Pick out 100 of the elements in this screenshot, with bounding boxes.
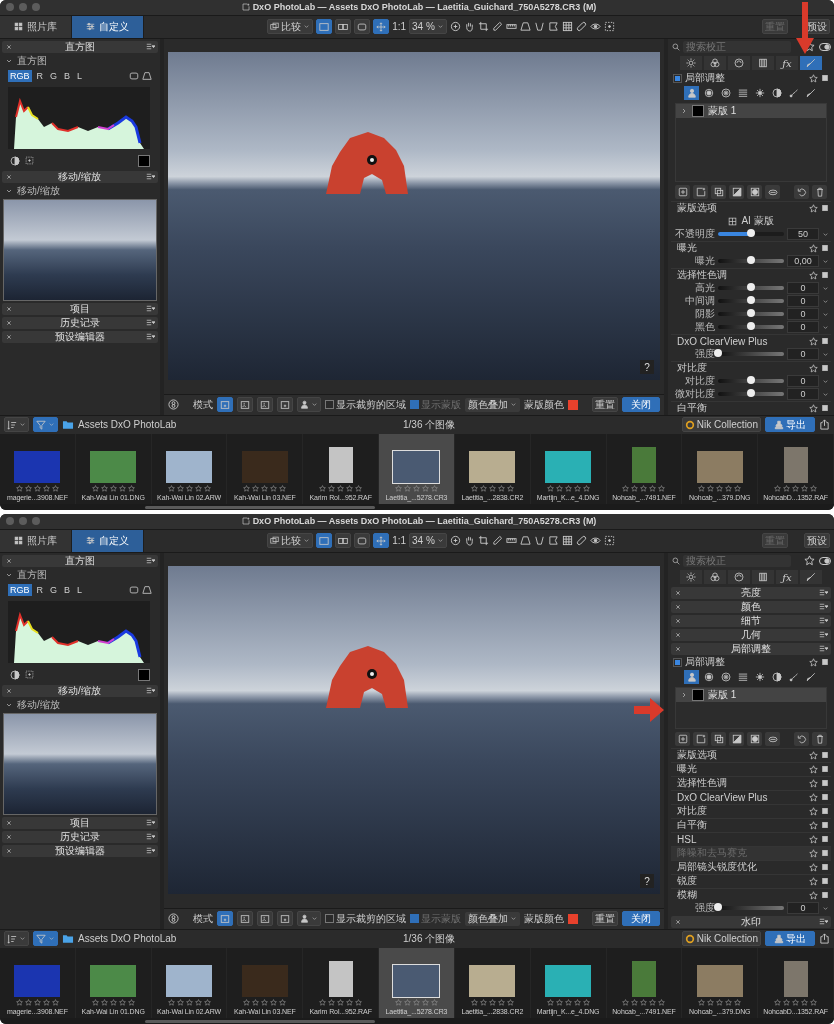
star-icon[interactable]	[479, 485, 487, 493]
section-title[interactable]: 蒙版选项	[677, 748, 806, 763]
eye-icon[interactable]	[589, 21, 601, 33]
star-rating[interactable]	[546, 485, 590, 493]
star-icon[interactable]	[698, 485, 706, 493]
one-to-one-button[interactable]: 1:1	[392, 535, 407, 547]
feather-button[interactable]	[747, 731, 762, 746]
frame-button[interactable]	[354, 533, 371, 549]
favorite-star-icon[interactable]	[809, 834, 818, 844]
radial-filter-tool[interactable]	[718, 670, 733, 685]
channel-button[interactable]: RGB	[8, 69, 32, 82]
toolbar-button[interactable]: 预设	[804, 533, 830, 549]
mask-color-swatch[interactable]	[568, 399, 578, 410]
section-title[interactable]: 白平衡	[677, 401, 806, 416]
menu-icon[interactable]	[146, 318, 155, 328]
gridsq-icon[interactable]	[561, 535, 573, 547]
slider-thumb[interactable]	[714, 349, 722, 358]
star-icon[interactable]	[698, 999, 706, 1007]
section-title[interactable]: DxO ClearView Plus	[677, 791, 806, 803]
value-field[interactable]: 0	[787, 375, 819, 388]
menu-icon[interactable]	[146, 832, 155, 842]
favorite-star-icon[interactable]	[809, 270, 818, 280]
star-icon[interactable]	[422, 485, 429, 493]
clipping-icon[interactable]	[25, 156, 34, 166]
star-icon[interactable]	[804, 41, 815, 53]
star-icon[interactable]	[346, 485, 354, 493]
star-icon[interactable]	[252, 999, 260, 1007]
sphere-tool[interactable]	[769, 670, 784, 685]
compare-button[interactable]: 比较	[267, 533, 314, 549]
star-icon[interactable]	[649, 485, 657, 493]
section-title[interactable]: DxO ClearView Plus	[677, 335, 806, 347]
frame-button[interactable]	[354, 19, 371, 35]
palette-header[interactable]: 直方图	[2, 554, 158, 567]
menu-icon[interactable]	[819, 917, 828, 927]
checkbox[interactable]	[325, 914, 334, 924]
view-mode-button[interactable]	[316, 19, 333, 35]
slider-thumb[interactable]	[747, 376, 755, 385]
star-icon[interactable]	[319, 485, 327, 493]
menu-icon[interactable]	[146, 172, 155, 182]
star-icon[interactable]	[546, 485, 554, 493]
section-title[interactable]: 模糊	[677, 888, 806, 903]
person-mask-tool[interactable]	[684, 670, 699, 685]
delete-button[interactable]	[812, 731, 827, 746]
star-icon[interactable]	[479, 999, 487, 1007]
close-button[interactable]: 关闭	[622, 397, 660, 413]
star-icon[interactable]	[91, 999, 99, 1007]
palette-tab[interactable]	[728, 56, 750, 71]
star-icon[interactable]	[404, 485, 411, 493]
palette-header[interactable]: 几何	[671, 628, 831, 641]
star-rating[interactable]	[698, 999, 742, 1007]
star-icon[interactable]	[203, 485, 211, 493]
star-icon[interactable]	[15, 999, 23, 1007]
star-icon[interactable]	[33, 999, 41, 1007]
shape-icon[interactable]	[547, 21, 559, 33]
palette-header[interactable]: 历史记录	[2, 830, 158, 843]
favorite-star-icon[interactable]	[809, 862, 818, 872]
palette-tab[interactable]	[800, 56, 822, 71]
nik-collection-button[interactable]: Nik Collection	[681, 931, 761, 947]
menu-icon[interactable]	[819, 602, 828, 612]
palette-header[interactable]: 移动/缩放	[2, 170, 158, 183]
photo-placeholder[interactable]	[3, 712, 157, 815]
palette-header[interactable]: 项目	[2, 302, 158, 315]
person-dropdown[interactable]	[297, 397, 321, 413]
close-icon[interactable]	[674, 644, 682, 653]
section-title[interactable]: 选择性色调	[677, 268, 806, 283]
clipping-icon[interactable]	[25, 670, 34, 680]
star-icon[interactable]	[346, 999, 354, 1007]
slider-thumb[interactable]	[747, 309, 755, 318]
export-button[interactable]: 导出	[765, 931, 815, 947]
palette-header[interactable]: 预设编辑器	[2, 844, 158, 857]
section-title[interactable]: 选择性色调	[677, 776, 806, 791]
favorite-star-icon[interactable]	[809, 764, 818, 774]
help-button[interactable]: ?	[640, 360, 654, 375]
photo-placeholder[interactable]	[3, 198, 157, 301]
sort-button[interactable]	[4, 931, 29, 947]
star-icon[interactable]	[328, 999, 336, 1007]
star-icon[interactable]	[792, 485, 800, 493]
feather-button[interactable]	[747, 184, 762, 199]
value-field[interactable]: 0	[787, 348, 819, 361]
picker-icon[interactable]	[491, 535, 503, 547]
star-icon[interactable]	[582, 485, 590, 493]
checkbox-label[interactable]: 显示裁剪的区域	[336, 911, 406, 926]
favorite-star-icon[interactable]	[809, 876, 818, 886]
palette-header[interactable]: 细节	[671, 614, 831, 627]
star-icon[interactable]	[176, 999, 184, 1007]
keystone-icon[interactable]	[533, 535, 545, 547]
share-icon[interactable]	[819, 933, 830, 945]
star-icon[interactable]	[203, 999, 211, 1007]
star-icon[interactable]	[337, 999, 345, 1007]
star-icon[interactable]	[413, 485, 420, 493]
star-rating[interactable]	[319, 999, 363, 1007]
star-icon[interactable]	[792, 999, 800, 1007]
star-rating[interactable]	[470, 999, 514, 1007]
star-icon[interactable]	[328, 485, 336, 493]
bandage-icon[interactable]	[575, 535, 587, 547]
channel-button[interactable]: B	[62, 583, 73, 596]
star-icon[interactable]	[118, 485, 126, 493]
moon-icon[interactable]	[10, 669, 20, 680]
star-rating[interactable]	[774, 485, 818, 493]
enable-checkbox[interactable]	[673, 73, 682, 83]
